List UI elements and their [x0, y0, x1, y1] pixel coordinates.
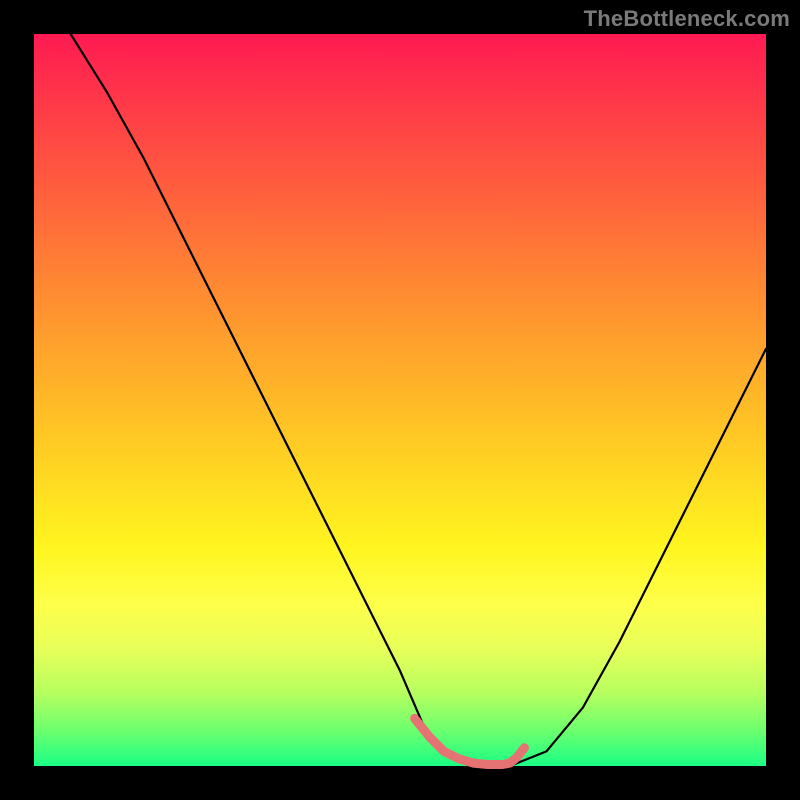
highlight-segment — [415, 718, 525, 764]
watermark-text: TheBottleneck.com — [584, 6, 790, 32]
bottleneck-curve — [71, 34, 766, 766]
chart-svg — [34, 34, 766, 766]
chart-plot-area — [34, 34, 766, 766]
chart-frame: TheBottleneck.com — [0, 0, 800, 800]
